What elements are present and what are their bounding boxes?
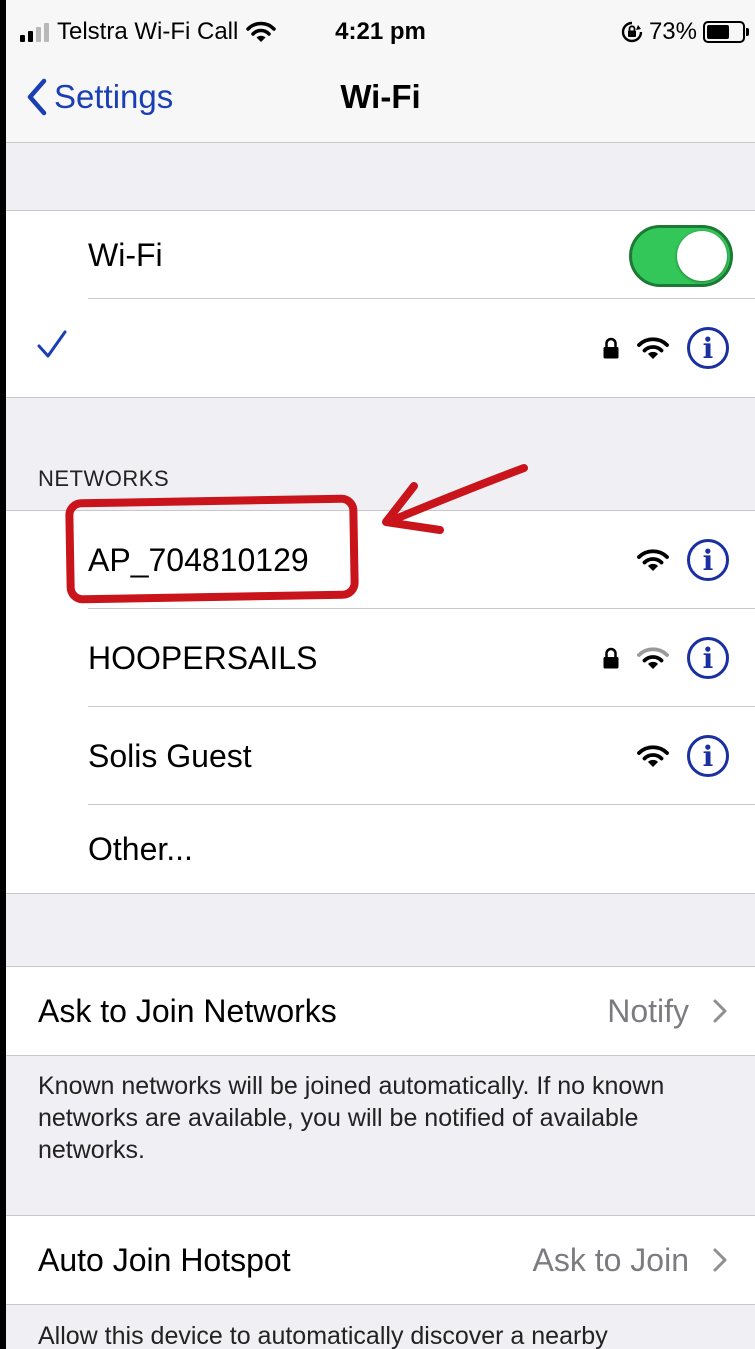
wifi-toggle-label: Wi-Fi	[88, 236, 163, 273]
ask-to-join-row[interactable]: Ask to Join Networks Notify	[6, 966, 755, 1056]
orientation-lock-icon	[621, 21, 643, 43]
checkmark-icon	[37, 330, 67, 358]
wifi-toggle-row: Wi-Fi	[6, 211, 755, 299]
status-bar: Telstra Wi-Fi Call 4:21 pm 73%	[6, 0, 755, 62]
network-row-solis-guest[interactable]: Solis Guest i	[6, 707, 755, 805]
toggle-knob	[677, 231, 727, 281]
network-name: HOOPERSAILS	[88, 639, 318, 676]
battery-fill	[707, 25, 729, 39]
network-row-other[interactable]: Other...	[6, 805, 755, 893]
phone-screen: Telstra Wi-Fi Call 4:21 pm 73% Settings …	[6, 0, 755, 1349]
status-right: 73%	[621, 18, 749, 46]
network-row-hoopersails[interactable]: HOOPERSAILS i	[6, 609, 755, 707]
info-icon[interactable]: i	[687, 539, 729, 581]
info-icon[interactable]: i	[687, 637, 729, 679]
auto-join-hotspot-value: Ask to Join	[532, 1242, 689, 1278]
info-icon[interactable]: i	[687, 735, 729, 777]
wifi-icon	[637, 745, 669, 767]
annotation-arrow	[382, 464, 528, 534]
wifi-icon	[637, 647, 669, 669]
wifi-toggle-switch[interactable]	[629, 225, 733, 287]
auto-join-hotspot-footnote: Allow this device to automatically disco…	[38, 1322, 608, 1349]
lock-icon	[603, 337, 619, 359]
auto-join-hotspot-row[interactable]: Auto Join Hotspot Ask to Join	[6, 1215, 755, 1305]
wifi-icon	[637, 549, 669, 571]
ask-to-join-footnote: Known networks will be joined automatica…	[38, 1072, 665, 1164]
battery-percent: 73%	[648, 18, 697, 45]
battery-icon	[703, 21, 749, 43]
auto-join-hotspot-label: Auto Join Hotspot	[38, 1242, 291, 1278]
chevron-right-icon	[713, 1248, 727, 1272]
network-icons: i	[637, 735, 729, 777]
connected-network-icons: i	[603, 327, 729, 369]
lock-icon	[603, 647, 619, 669]
ask-to-join-value: Notify	[607, 993, 689, 1029]
networks-section-header: NETWORKS	[38, 466, 170, 491]
network-icons: i	[603, 637, 729, 679]
wifi-icon	[637, 337, 669, 359]
network-name: Solis Guest	[88, 737, 252, 774]
navigation-bar: Settings Wi-Fi	[6, 62, 755, 143]
info-icon[interactable]: i	[687, 327, 729, 369]
network-icons: i	[637, 539, 729, 581]
wifi-group: Wi-Fi i	[6, 210, 755, 398]
chevron-right-icon	[713, 999, 727, 1023]
annotation-highlight-box	[65, 494, 359, 604]
connected-network-row[interactable]: i	[6, 299, 755, 397]
page-title: Wi-Fi	[340, 78, 421, 115]
ask-to-join-label: Ask to Join Networks	[38, 993, 337, 1029]
network-name: Other...	[88, 830, 193, 867]
